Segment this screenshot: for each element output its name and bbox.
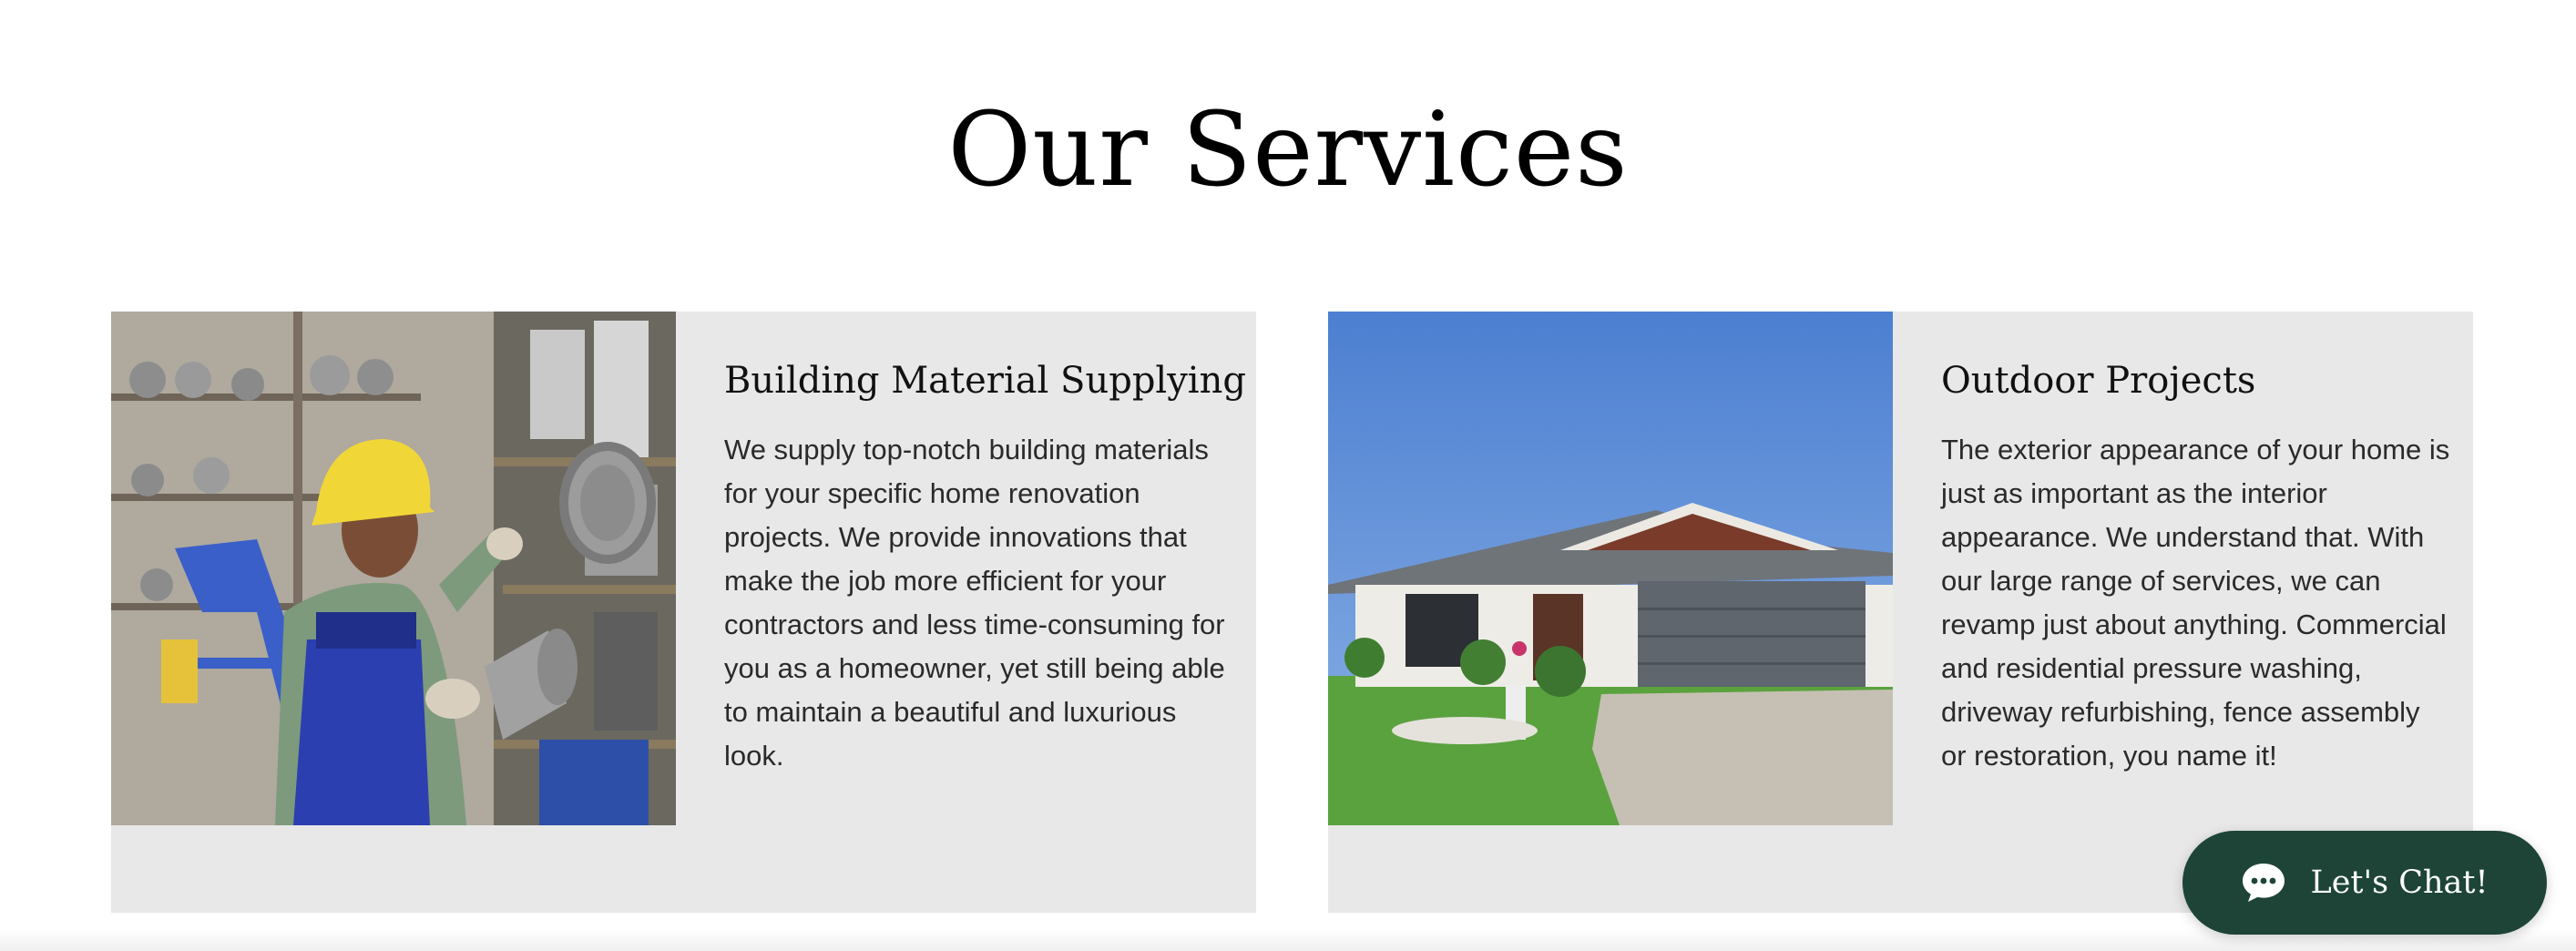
house-exterior-photo: [1328, 312, 1893, 825]
service-card-outdoor-projects: Outdoor Projects The exterior appearance…: [1328, 312, 2473, 913]
service-card-building-materials: Building Material Supplying We supply to…: [111, 312, 1256, 913]
page-title: Our Services: [947, 91, 1629, 210]
service-description: The exterior appearance of your home is …: [1941, 434, 2450, 772]
chat-button-label: Let's Chat!: [2310, 864, 2489, 901]
bottom-fade: [0, 929, 2576, 951]
service-heading: Building Material Supplying: [724, 360, 1246, 402]
service-description: We supply top-notch building materials f…: [724, 434, 1225, 772]
worker-with-pipes-photo: [111, 312, 676, 825]
service-heading: Outdoor Projects: [1941, 360, 2256, 402]
service-card-body: Outdoor Projects The exterior appearance…: [1941, 353, 2451, 778]
chat-bubble-icon: [2243, 864, 2285, 902]
service-card-body: Building Material Supplying We supply to…: [724, 353, 1246, 778]
chat-button[interactable]: Let's Chat!: [2182, 831, 2547, 935]
